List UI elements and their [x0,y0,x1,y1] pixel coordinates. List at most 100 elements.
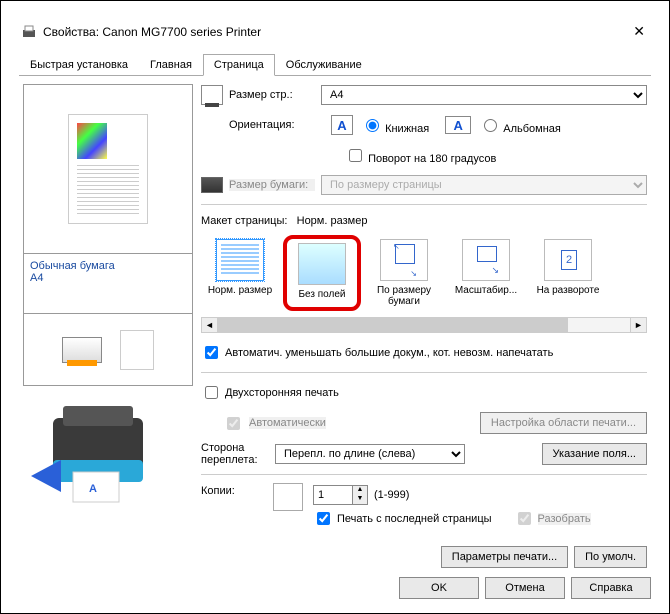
copies-spinner[interactable]: ▲▼ [313,485,368,505]
close-button[interactable]: ✕ [629,23,649,40]
collate-label: Разобрать [538,513,591,525]
window-title: Свойства: Canon MG7700 series Printer [43,25,629,39]
layout-item-normal[interactable]: Норм. размер [201,235,279,311]
rotate-checkbox[interactable] [349,149,362,162]
tab-main[interactable]: Главная [139,54,203,76]
reverse-checkbox[interactable] [317,512,330,525]
layout-item-borderless[interactable]: Без полей [283,235,361,311]
layout-item-scale[interactable]: ↘ Масштабир... [447,235,525,311]
layout-scrollbar[interactable]: ◄ ► [201,317,647,333]
copies-down[interactable]: ▼ [353,495,367,504]
tab-content: Обычная бумага A4 A Р [19,76,651,576]
defaults-button[interactable]: По умолч. [574,546,647,568]
page-size-row: Размер стр.: A4 [201,84,647,106]
auto-reduce-row: Автоматич. уменьшать большие докум., кот… [201,343,647,362]
layout-thumb-borderless [298,243,346,285]
preview-gradient-icon [77,123,107,159]
divider-2 [201,372,647,373]
landscape-radio-label[interactable]: Альбомная [479,116,561,135]
tab-maintenance[interactable]: Обслуживание [275,54,373,76]
copies-icon [275,485,303,511]
tab-quick-setup[interactable]: Быстрая установка [19,54,139,76]
dialog-footer: OK Отмена Справка [399,577,651,599]
preview-area [23,84,193,254]
panel-buttons: Параметры печати... По умолч. [201,546,647,568]
ok-button[interactable]: OK [399,577,479,599]
print-area-button: Настройка области печати... [480,412,647,434]
properties-dialog: Свойства: Canon MG7700 series Printer ✕ … [0,0,670,614]
binding-label: Сторона переплета: [201,442,269,466]
blank-page-icon [120,330,154,370]
divider-3 [201,474,647,475]
cancel-button[interactable]: Отмена [485,577,565,599]
collate-checkbox [518,512,531,525]
paper-output-label: Размер бумаги: [229,179,315,191]
preview-info: Обычная бумага A4 [23,254,193,314]
scroll-thumb[interactable] [218,318,568,332]
layout-thumb-scale: ↘ [462,239,510,281]
svg-text:A: A [89,483,97,495]
layout-items: Норм. размер Без полей ↖↘ По размеру бум… [201,231,647,315]
paper-type-label: Обычная бумага [30,260,186,272]
layout-item-spread[interactable]: 2 На развороте [529,235,607,311]
paper-output-row: Размер бумаги: По размеру страницы [201,174,647,196]
copies-row: Копии: ▲▼ (1-999) Печать с последней стр… [201,485,647,532]
left-panel: Обычная бумага A4 A [23,84,193,568]
duplex-auto-row: Автоматически Настройка области печати..… [201,412,647,434]
printer-small-icon [201,177,223,193]
layout-thumb-normal [216,239,264,281]
scroll-track[interactable] [218,318,630,332]
layout-thumb-fit: ↖↘ [380,239,428,281]
layout-item-fit[interactable]: ↖↘ По размеру бумаги [365,235,443,311]
rotate-row: Поворот на 180 градусов [201,144,647,166]
duplex-row: Двухсторонняя печать [201,383,647,402]
media-preview [23,314,193,386]
portrait-radio[interactable] [366,119,379,132]
printer-illustration: A [23,398,173,513]
layout-header: Макет страницы: Норм. размер [201,215,647,227]
auto-reduce-checkbox[interactable] [205,346,218,359]
binding-select[interactable]: Перепл. по длине (слева) [275,444,465,464]
help-button[interactable]: Справка [571,577,651,599]
right-panel: Размер стр.: A4 Ориентация: A Книжная A … [201,84,647,568]
landscape-radio[interactable] [484,119,497,132]
duplex-auto-label: Автоматически [249,417,326,429]
layout-thumb-spread: 2 [544,239,592,281]
orientation-row: Ориентация: A Книжная A Альбомная [201,114,647,136]
rotate-checkbox-label[interactable]: Поворот на 180 градусов [345,146,496,165]
landscape-icon: A [445,116,471,134]
portrait-icon: A [331,115,353,135]
margin-button[interactable]: Указание поля... [542,443,647,465]
paper-output-select: По размеру страницы [321,175,647,195]
printer-icon [21,24,37,40]
copies-range: (1-999) [374,489,409,501]
preview-page [68,114,148,224]
binding-row: Сторона переплета: Перепл. по длине (сле… [201,442,647,466]
scroll-right[interactable]: ► [630,318,646,332]
layout-section: Макет страницы: Норм. размер Норм. разме… [201,215,647,333]
preview-lines [77,165,139,215]
page-size-icon [201,85,223,105]
copies-label: Копии: [201,485,269,497]
copies-input[interactable] [313,485,353,505]
layout-current: Норм. размер [297,215,368,227]
reverse-label: Печать с последней страницы [337,513,492,525]
scroll-left[interactable]: ◄ [202,318,218,332]
orientation-label: Ориентация: [229,119,315,131]
tab-bar: Быстрая установка Главная Страница Обслу… [19,54,651,76]
page-size-label: Размер стр.: [229,89,315,101]
duplex-checkbox[interactable] [205,386,218,399]
tray-icon [62,337,102,363]
print-params-button[interactable]: Параметры печати... [441,546,568,568]
layout-label: Макет страницы: [201,215,287,227]
auto-reduce-label: Автоматич. уменьшать большие докум., кот… [225,347,553,359]
page-size-select[interactable]: A4 [321,85,647,105]
tab-page[interactable]: Страница [203,54,275,76]
titlebar: Свойства: Canon MG7700 series Printer ✕ [19,19,651,50]
portrait-radio-label[interactable]: Книжная [361,116,429,135]
copies-up[interactable]: ▲ [353,486,367,495]
duplex-label: Двухсторонняя печать [225,387,339,399]
divider [201,204,647,205]
paper-size-label: A4 [30,272,186,284]
duplex-auto-checkbox [227,417,240,430]
